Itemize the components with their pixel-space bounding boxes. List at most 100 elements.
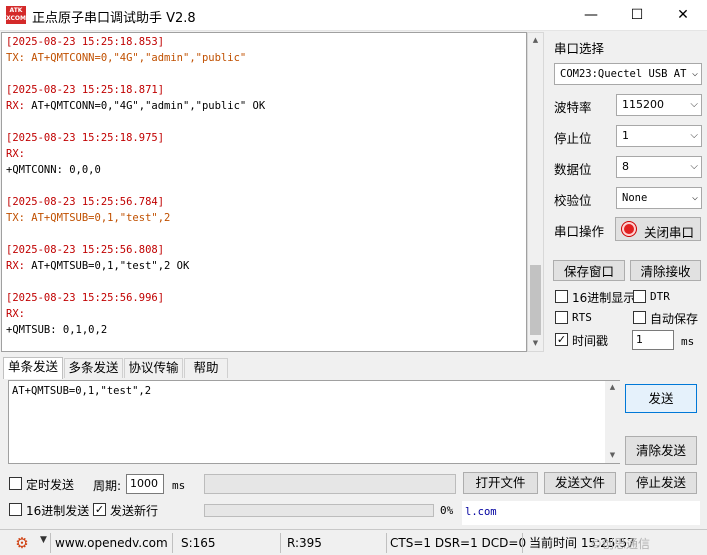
stop-bits-select[interactable]: 1 ⌵ (616, 125, 702, 147)
dtr-label: DTR (650, 290, 670, 303)
send-button[interactable]: 发送 (625, 384, 697, 413)
log-line: [2025-08-23 15:25:18.853] (6, 36, 165, 48)
logo-bottom-text: XCOM (6, 15, 26, 22)
line-status: CTS=1 DSR=1 DCD=0 (390, 536, 527, 550)
data-bits-value: 8 (622, 160, 629, 173)
timed-send-checkbox[interactable] (9, 477, 22, 490)
clear-send-button[interactable]: 清除发送 (625, 436, 697, 465)
log-line: RX: (6, 308, 25, 320)
chevron-down-icon: ⌵ (690, 161, 698, 172)
send-progress-bar (204, 504, 434, 517)
hex-send-checkbox[interactable] (9, 503, 22, 516)
period-input[interactable]: 1000 (126, 474, 164, 494)
send-newline-label: 发送新行 (110, 504, 159, 518)
send-input-scrollbar[interactable]: ▲ ▼ (605, 381, 620, 463)
title-bar: ATK XCOM 正点原子串口调试助手 V2.8 — ☐ ✕ (0, 0, 707, 31)
send-input[interactable]: AT+QMTSUB=0,1,"test",2 (8, 380, 620, 464)
chevron-down-icon[interactable]: ▼ (40, 535, 47, 545)
close-port-button[interactable]: 关闭串口 (615, 217, 701, 241)
hex-send-label: 16进制发送 (26, 504, 90, 518)
stop-send-button[interactable]: 停止发送 (625, 472, 697, 494)
log-line: [2025-08-23 15:25:56.996] (6, 292, 165, 304)
file-path-field[interactable] (204, 474, 456, 494)
rts-label: RTS (572, 311, 592, 324)
log-line: [2025-08-23 15:25:56.808] (6, 244, 165, 256)
watermark: ©创思通信 (590, 537, 651, 551)
save-window-button[interactable]: 保存窗口 (553, 260, 625, 281)
dtr-checkbox[interactable] (633, 290, 646, 303)
parity-select[interactable]: None ⌵ (616, 187, 702, 209)
log-line: [2025-08-23 15:25:18.871] (6, 84, 165, 96)
minimize-button[interactable]: — (568, 0, 614, 30)
data-bits-select[interactable]: 8 ⌵ (616, 156, 702, 178)
clear-receive-button[interactable]: 清除接收 (630, 260, 701, 281)
rts-checkbox[interactable] (555, 311, 568, 324)
received-count[interactable]: R:395 (287, 534, 322, 554)
log-line: +QMTSUB: 0,1,0,2 (6, 324, 108, 336)
data-bits-label: 数据位 (554, 162, 592, 177)
close-port-label: 关闭串口 (644, 225, 695, 240)
link-field[interactable]: l.com (462, 501, 700, 525)
send-newline-checkbox[interactable]: ✓ (93, 503, 106, 516)
window-title: 正点原子串口调试助手 V2.8 (32, 11, 196, 26)
scroll-up-icon[interactable]: ▲ (528, 33, 543, 48)
parity-value: None (622, 192, 648, 204)
tab-multi-send[interactable]: 多条发送 (64, 358, 123, 378)
baud-select[interactable]: 115200 ⌵ (616, 94, 702, 116)
logo-top-text: ATK (9, 7, 23, 14)
log-line-prefix: RX: (6, 100, 25, 112)
log-line: TX: AT+QMTCONN=0,"4G","admin","public" (6, 52, 247, 64)
scroll-down-icon[interactable]: ▼ (605, 451, 620, 459)
stop-bits-label: 停止位 (554, 131, 592, 146)
port-select-label: 串口选择 (554, 41, 605, 56)
maximize-button[interactable]: ☐ (614, 0, 660, 30)
timed-send-label: 定时发送 (26, 478, 75, 492)
log-line-prefix: RX: (6, 260, 25, 272)
app-logo: ATK XCOM (6, 6, 26, 24)
send-progress-text: 0% (440, 504, 454, 517)
timestamp-unit: ms (681, 335, 695, 348)
scroll-down-icon[interactable]: ▼ (528, 336, 543, 351)
tab-single-send[interactable]: 单条发送 (3, 357, 63, 379)
log-line: RX: (6, 148, 25, 160)
log-line: TX: AT+QMTSUB=0,1,"test",2 (6, 212, 171, 224)
period-label: 周期: (93, 479, 122, 493)
auto-save-checkbox[interactable] (633, 311, 646, 324)
log-line: [2025-08-23 15:25:56.784] (6, 196, 165, 208)
period-unit: ms (172, 479, 186, 492)
hex-display-checkbox[interactable] (555, 290, 568, 303)
log-line-body: AT+QMTCONN=0,"4G","admin","public" OK (24, 100, 266, 112)
chevron-down-icon: ⌵ (690, 130, 698, 141)
scroll-thumb[interactable] (530, 265, 541, 335)
close-button[interactable]: ✕ (660, 0, 706, 30)
stop-bits-value: 1 (622, 129, 629, 142)
gear-icon[interactable]: ⚙ (14, 535, 30, 551)
tab-help[interactable]: 帮助 (184, 358, 228, 378)
baud-value: 115200 (622, 98, 664, 111)
timestamp-interval-input[interactable]: 1 (632, 330, 674, 350)
website-link[interactable]: www.openedv.com (55, 534, 168, 554)
port-status-icon (622, 222, 636, 236)
port-select[interactable]: COM23:Quectel USB AT ⌵ (554, 63, 702, 85)
sent-count: S:165 (181, 536, 216, 550)
receive-log-scrollbar[interactable]: ▲ ▼ (527, 32, 544, 352)
timestamp-label: 时间戳 (572, 334, 609, 348)
hex-display-label: 16进制显示 (572, 291, 636, 305)
log-line: RX: AT+QMTSUB=0,1,"test",2 OK (6, 260, 189, 272)
auto-save-label: 自动保存 (650, 312, 699, 326)
parity-label: 校验位 (554, 193, 592, 208)
log-line-body: AT+QMTSUB=0,1,"test",2 OK (24, 260, 190, 272)
status-bar: ⚙ ▼ www.openedv.com S:165 R:395 CTS=1 DS… (0, 529, 707, 555)
log-line: [2025-08-23 15:25:18.975] (6, 132, 165, 144)
scroll-up-icon[interactable]: ▲ (605, 383, 620, 391)
send-file-button[interactable]: 发送文件 (544, 472, 616, 494)
tab-protocol[interactable]: 协议传输 (124, 358, 183, 378)
log-line: +QMTCONN: 0,0,0 (6, 164, 101, 176)
port-value: COM23:Quectel USB AT (560, 68, 687, 80)
log-line: RX: AT+QMTCONN=0,"4G","admin","public" O… (6, 100, 265, 112)
open-file-button[interactable]: 打开文件 (463, 472, 538, 494)
chevron-down-icon: ⌵ (690, 99, 698, 110)
receive-log[interactable]: [2025-08-23 15:25:18.853] TX: AT+QMTCONN=… (1, 32, 527, 352)
chevron-down-icon: ⌵ (691, 192, 698, 203)
timestamp-checkbox[interactable]: ✓ (555, 333, 568, 346)
